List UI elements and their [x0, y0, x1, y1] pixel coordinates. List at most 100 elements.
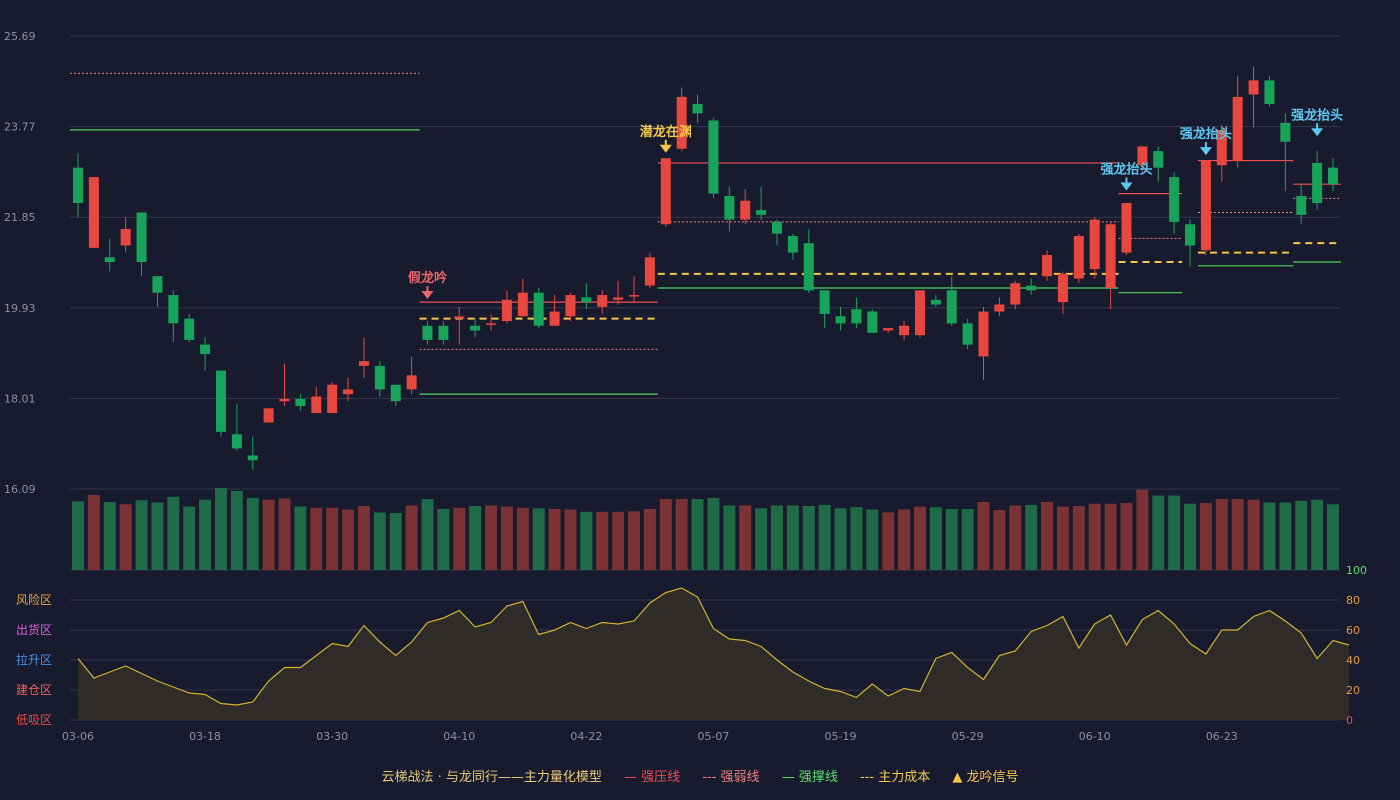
date-tick-label: 03-18	[189, 730, 221, 743]
volume-bar	[564, 509, 577, 570]
candle-body	[565, 295, 576, 317]
legend-label: 龙吟信号	[966, 770, 1019, 785]
candle-body	[470, 325, 481, 331]
oscillator-panel: 风险区出货区拉升区建仓区低吸区 100 80 60 40 20 0	[16, 564, 1367, 727]
candle-body	[73, 167, 83, 204]
volume-bar	[262, 499, 275, 570]
volume-bar	[453, 507, 466, 570]
candle-body	[1185, 224, 1196, 246]
candle-body	[200, 344, 211, 355]
legend-item-signal[interactable]: ▲ 龙吟信号	[952, 766, 1018, 785]
volume-bar	[723, 505, 736, 570]
volume-bar	[1104, 503, 1117, 570]
volume-bar	[516, 507, 529, 570]
volume-bar	[834, 508, 847, 570]
candle-body	[486, 323, 497, 325]
oscillator-zone-label: 低吸区	[16, 713, 52, 727]
candle-body	[660, 158, 671, 225]
legend-symbol: —	[624, 770, 638, 785]
date-axis: 03-06 03-18 03-30 04-10 04-22 05-07 05-19 05-29…	[62, 730, 1238, 743]
date-tick-label: 05-29	[952, 730, 984, 743]
volume-bar	[230, 490, 243, 570]
candle-body	[247, 455, 258, 461]
signal-arrow	[659, 144, 672, 153]
volume-bar	[1279, 502, 1292, 570]
candle-body	[279, 398, 290, 402]
candle-body	[263, 408, 274, 423]
candle-body	[1328, 167, 1338, 185]
price-tick-label: 25.69	[4, 30, 36, 43]
volume-bar	[214, 488, 227, 570]
volume-bar	[437, 508, 450, 570]
legend-item-strong-weak[interactable]: --- 强弱线	[702, 766, 759, 785]
oscillator-area	[78, 588, 1349, 720]
candle-body	[1264, 80, 1275, 104]
candle-body	[629, 295, 640, 297]
candle-body	[867, 311, 878, 333]
volume-bar	[1168, 495, 1181, 570]
candle-body	[1248, 80, 1259, 95]
candle-body	[962, 323, 973, 345]
candle-body	[168, 295, 179, 324]
legend-title: 云梯战法 · 与龙同行——主力量化模型	[381, 770, 602, 785]
candle-body	[1010, 283, 1021, 305]
volume-bar	[580, 511, 593, 570]
oscillator-tick-label: 100	[1346, 564, 1367, 577]
legend-symbol: ---	[859, 770, 875, 785]
candle-body	[613, 297, 624, 300]
candle-body	[1026, 285, 1037, 291]
date-tick-label: 05-19	[825, 730, 857, 743]
signal-arrow	[1199, 147, 1212, 156]
legend-label: 强压线	[641, 770, 681, 785]
candle-body	[978, 311, 989, 357]
volume-bar	[87, 494, 100, 570]
volume-bar	[500, 506, 513, 570]
volume-bar	[199, 499, 212, 570]
volume-bar	[1041, 501, 1054, 570]
oscillator-zone-label: 风险区	[16, 592, 52, 607]
volume-bar	[135, 500, 148, 570]
candle-body	[819, 290, 830, 314]
candlestick-chart: 25.6923.7721.8519.9318.0116.09 假龙吟潜龙在渊强龙…	[4, 30, 1367, 743]
candle-body	[343, 389, 354, 395]
legend-item-main-cost[interactable]: --- 主力成本	[860, 766, 930, 785]
price-tick-label: 18.01	[4, 392, 36, 405]
volume-bar	[1152, 495, 1165, 570]
volume-bar	[818, 504, 831, 570]
candle-body	[771, 221, 782, 234]
volume-bar	[151, 502, 164, 570]
candle-body	[406, 375, 417, 390]
legend-item-strong-pressure[interactable]: — 强压线	[624, 766, 680, 785]
candle-body	[231, 434, 242, 449]
date-tick-label: 04-22	[570, 730, 602, 743]
volume-bar	[532, 508, 545, 570]
candle-body	[88, 177, 99, 248]
volume-bar	[1263, 502, 1276, 570]
volume-bar	[469, 506, 482, 570]
candle-body	[803, 243, 814, 291]
price-tick-label: 16.09	[4, 483, 36, 496]
candle-body	[930, 299, 941, 305]
candle-body	[740, 200, 751, 220]
legend-label: 主力成本	[878, 770, 931, 785]
candle-body	[883, 328, 894, 331]
candle-body	[851, 309, 862, 324]
candle-body	[787, 236, 798, 253]
volume-bar	[1311, 499, 1324, 570]
price-axis: 25.69 23.77 21.85 19.93 18.01 16.09	[4, 30, 36, 496]
volume-bar	[993, 510, 1006, 570]
volume-bar	[707, 497, 720, 570]
volume-bar	[310, 507, 323, 570]
volume-bar	[389, 513, 402, 570]
signal-label: 强龙抬头	[1291, 107, 1343, 123]
volume-bar	[183, 506, 196, 570]
legend-symbol: ---	[702, 770, 717, 785]
candle-body	[517, 292, 528, 317]
candle-body	[946, 290, 957, 324]
candle-body	[1296, 195, 1307, 215]
candle-body	[994, 304, 1005, 312]
volume-bar	[882, 512, 895, 570]
legend-item-strong-support[interactable]: — 强撑线	[782, 766, 838, 785]
volume-bar	[898, 509, 911, 570]
candle-body	[676, 96, 687, 149]
